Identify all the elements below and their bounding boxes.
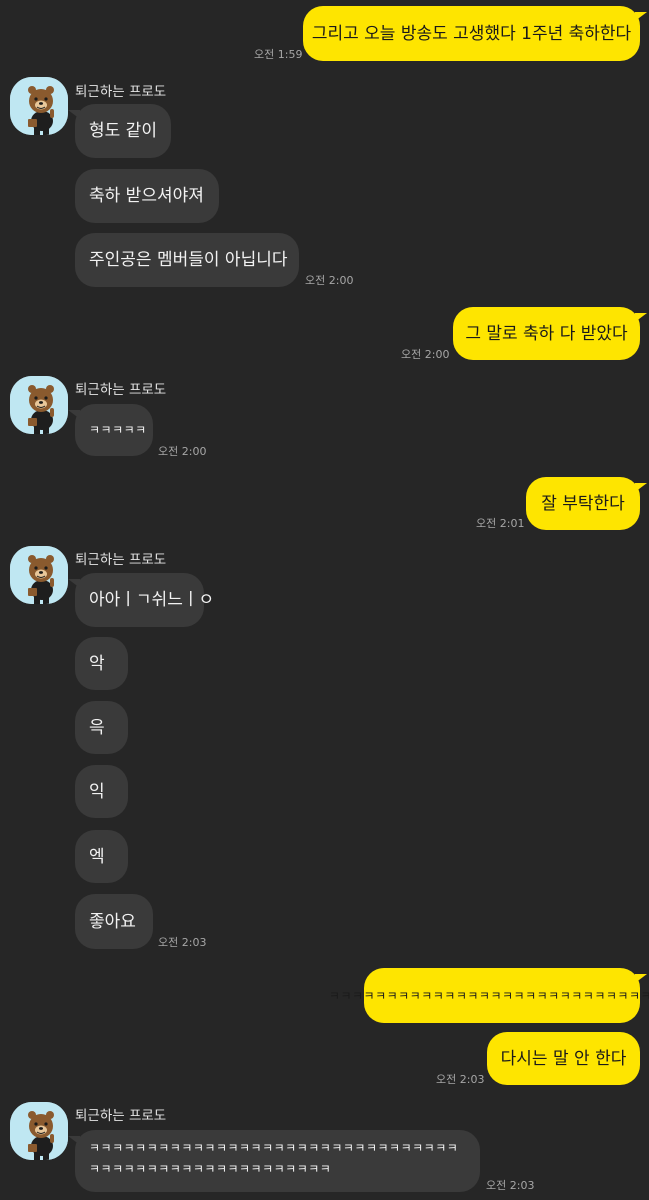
timestamp: 오전 2:03 — [486, 1179, 535, 1192]
message-text: ㅋㅋㅋㅋㅋㅋㅋㅋㅋㅋㅋㅋㅋㅋㅋㅋㅋㅋㅋㅋㅋㅋㅋㅋㅋㅋㅋㅋㅋㅋ — [328, 988, 649, 1003]
message-text: 그 말로 축하 다 받았다 — [465, 323, 628, 344]
message-text: ㅋㅋㅋㅋㅋㅋㅋㅋㅋㅋㅋㅋㅋㅋㅋㅋㅋㅋㅋㅋㅋㅋㅋㅋㅋㅋㅋㅋㅋㅋㅋㅋㅋㅋㅋㅋㅋㅋㅋㅋ… — [89, 1141, 459, 1176]
timestamp: 오전 2:00 — [305, 274, 354, 287]
outgoing-message[interactable]: 그 말로 축하 다 받았다 — [453, 307, 647, 360]
message-text: 잘 부탁한다 — [541, 493, 625, 514]
incoming-message[interactable]: ㅋㅋㅋㅋㅋ — [68, 404, 153, 456]
message-text: 악 — [89, 653, 105, 674]
message-text: 엑 — [89, 846, 105, 867]
incoming-message[interactable]: 좋아요 — [75, 894, 153, 949]
timestamp: 오전 2:03 — [158, 936, 207, 949]
timestamp: 오전 2:03 — [436, 1073, 485, 1086]
incoming-message[interactable]: 윽 — [75, 701, 128, 754]
incoming-message[interactable]: 축하 받으셔야져 — [75, 169, 219, 223]
sender-name: 퇴근하는 프로도 — [75, 382, 167, 398]
timestamp: 오전 2:00 — [158, 445, 207, 458]
message-text: 그리고 오늘 방송도 고생했다 1주년 축하한다 — [311, 23, 632, 44]
frodo-character-avatar-icon[interactable] — [10, 376, 68, 434]
outgoing-message[interactable]: ㅋㅋㅋㅋㅋㅋㅋㅋㅋㅋㅋㅋㅋㅋㅋㅋㅋㅋㅋㅋㅋㅋㅋㅋㅋㅋㅋㅋㅋㅋ — [329, 968, 649, 1023]
incoming-message[interactable]: 아아ㅣㄱ쉬느ㅣㅇ — [68, 573, 214, 627]
outgoing-message[interactable]: 다시는 말 안 한다 — [487, 1032, 640, 1085]
sender-name: 퇴근하는 프로도 — [75, 552, 167, 568]
outgoing-message[interactable]: 그리고 오늘 방송도 고생했다 1주년 축하한다 — [303, 6, 647, 61]
incoming-message[interactable]: 악 — [75, 637, 128, 690]
message-text: 아아ㅣㄱ쉬느ㅣㅇ — [89, 590, 215, 610]
sender-name: 퇴근하는 프로도 — [75, 84, 167, 100]
message-text: 윽 — [89, 717, 105, 738]
frodo-character-avatar-icon[interactable] — [10, 77, 68, 135]
message-text: 축하 받으셔야져 — [89, 186, 204, 206]
frodo-character-avatar-icon[interactable] — [10, 1102, 68, 1160]
sender-name: 퇴근하는 프로도 — [75, 1108, 167, 1124]
message-text: 좋아요 — [89, 911, 136, 932]
message-text: 주인공은 멤버들이 아닙니다 — [89, 250, 288, 270]
timestamp: 오전 2:00 — [401, 348, 450, 361]
incoming-message[interactable]: 엑 — [75, 830, 128, 883]
incoming-message[interactable]: 형도 같이 — [68, 104, 171, 158]
incoming-message[interactable]: 익 — [75, 765, 128, 818]
frodo-character-avatar-icon[interactable] — [10, 546, 68, 604]
outgoing-message[interactable]: 잘 부탁한다 — [526, 477, 647, 530]
message-text: 익 — [89, 781, 105, 802]
message-text: 형도 같이 — [89, 121, 157, 141]
message-text: 다시는 말 안 한다 — [500, 1048, 627, 1069]
incoming-message[interactable]: 주인공은 멤버들이 아닙니다 — [75, 233, 299, 287]
timestamp: 오전 2:01 — [476, 517, 525, 530]
incoming-message[interactable]: ㅋㅋㅋㅋㅋㅋㅋㅋㅋㅋㅋㅋㅋㅋㅋㅋㅋㅋㅋㅋㅋㅋㅋㅋㅋㅋㅋㅋㅋㅋㅋㅋㅋㅋㅋㅋㅋㅋㅋㅋ… — [68, 1130, 480, 1192]
timestamp: 오전 1:59 — [254, 48, 303, 61]
message-text: ㅋㅋㅋㅋㅋ — [89, 423, 147, 437]
